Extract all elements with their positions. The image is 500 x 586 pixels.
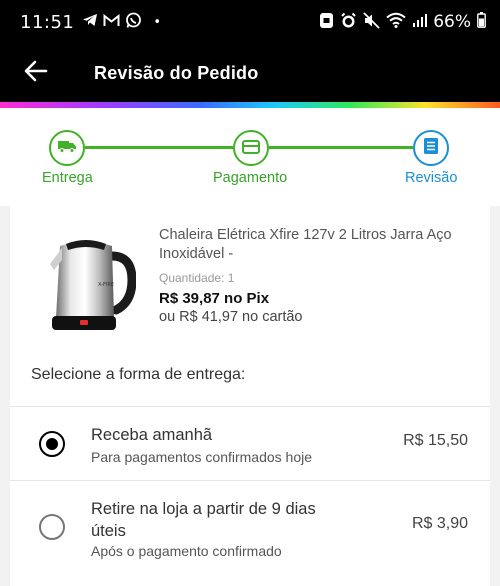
- back-button[interactable]: [0, 44, 72, 102]
- delivery-option-tomorrow[interactable]: Receba amanhã Para pagamentos confirmado…: [10, 406, 490, 480]
- step-connector: [269, 146, 413, 149]
- product-image: X-FIRE: [46, 234, 137, 334]
- alarm-icon: [340, 12, 357, 33]
- step-label-review: Revisão: [405, 170, 458, 186]
- radio-selected[interactable]: [39, 431, 65, 457]
- telegram-icon: [82, 13, 98, 31]
- gmail-icon: [103, 13, 120, 31]
- delivery-option-price: R$ 3,90: [411, 515, 468, 532]
- truck-icon: [57, 138, 77, 158]
- data-saver-icon: [319, 12, 334, 33]
- app-bar: Revisão do Pedido: [0, 44, 500, 102]
- delivery-option-price: R$ 15,50: [403, 432, 468, 449]
- product-item: X-FIRE Chaleira Elétrica Xfire 127v 2 Li…: [10, 206, 490, 356]
- checkout-stepper: Entrega Pagamento Revisão: [0, 108, 500, 206]
- status-time: 11:51: [20, 11, 75, 33]
- delivery-option-subtitle: Para pagamentos confirmados hoje: [91, 449, 313, 465]
- battery-icon: [477, 12, 486, 32]
- step-label-payment: Pagamento: [213, 170, 288, 186]
- radio-unselected[interactable]: [39, 514, 65, 540]
- step-payment[interactable]: [233, 130, 269, 166]
- order-review-card: X-FIRE Chaleira Elétrica Xfire 127v 2 Li…: [10, 206, 490, 586]
- delivery-option-subtitle: Após o pagamento confirmado: [91, 543, 282, 559]
- whatsapp-icon: [125, 12, 142, 33]
- card-icon: [242, 139, 260, 158]
- product-brand-text: X-FIRE: [98, 282, 114, 288]
- product-info: Chaleira Elétrica Xfire 127v 2 Litros Ja…: [159, 226, 469, 325]
- notification-dot: •: [153, 14, 162, 30]
- price-card: ou R$ 41,97 no cartão: [159, 309, 303, 325]
- product-name: Chaleira Elétrica Xfire 127v 2 Litros Ja…: [159, 227, 452, 262]
- step-connector: [85, 146, 233, 149]
- mute-icon: [363, 11, 380, 33]
- step-label-delivery: Entrega: [42, 170, 93, 186]
- battery-level: 66%: [433, 12, 471, 32]
- signal-icon: [412, 13, 428, 32]
- delivery-option-title: Retire na loja a partir de 9 dias úteis: [91, 500, 316, 540]
- step-delivery[interactable]: [49, 130, 85, 166]
- step-review[interactable]: [413, 130, 449, 166]
- product-quantity: Quantidade: 1: [159, 271, 235, 285]
- status-bar: 11:51 • 66%: [0, 0, 500, 44]
- wifi-icon: [386, 12, 406, 32]
- delivery-option-store-pickup[interactable]: Retire na loja a partir de 9 dias úteis …: [10, 480, 490, 586]
- delivery-section-title: Selecione a forma de entrega:: [31, 366, 246, 383]
- delivery-option-title: Receba amanhã: [91, 426, 213, 444]
- receipt-icon: [423, 137, 439, 159]
- price-pix: R$ 39,87 no Pix: [159, 290, 270, 307]
- arrow-left-icon: [24, 60, 48, 86]
- page-title: Revisão do Pedido: [94, 62, 259, 83]
